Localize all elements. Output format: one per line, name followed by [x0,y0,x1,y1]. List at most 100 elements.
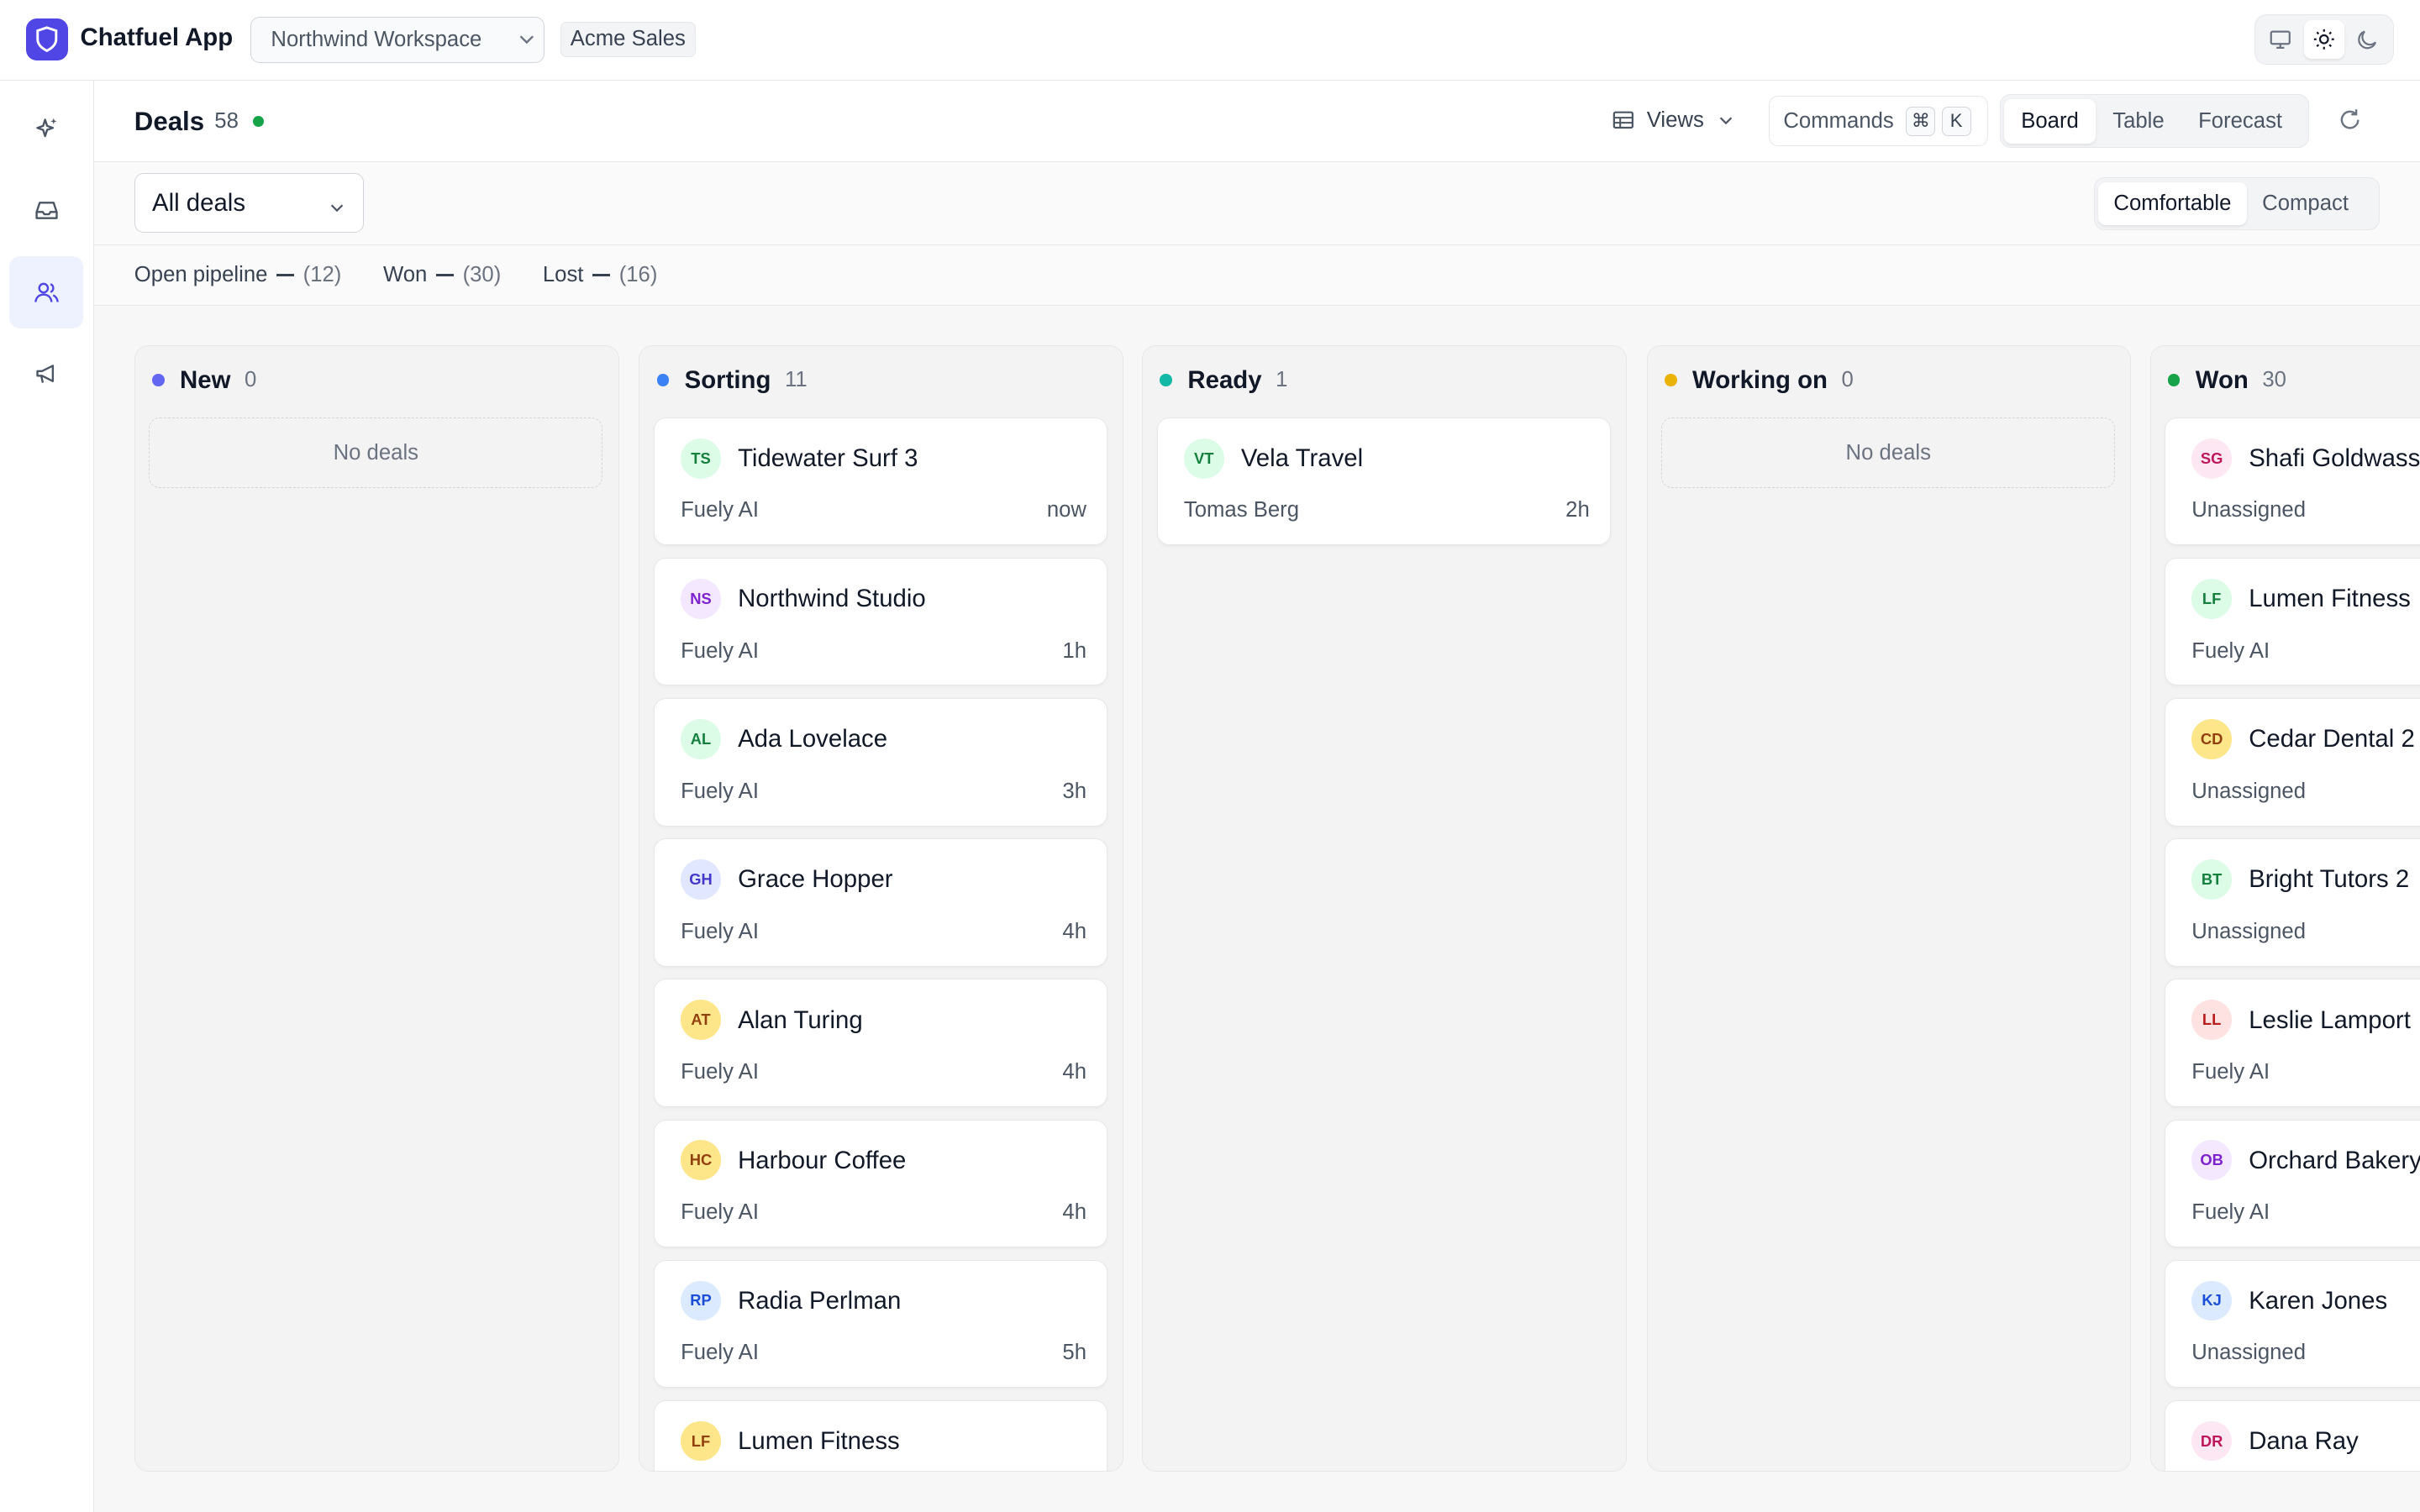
commands-button[interactable]: Commands ⌘ K [1768,95,1988,147]
avatar: LL [2191,1000,2232,1041]
deal-card[interactable]: TS Tidewater Surf 3 Fuely AI now [653,417,1107,546]
deal-name: Shafi Goldwasser [2249,444,2420,473]
page-title: Deals [134,106,205,136]
deal-name: Vela Travel [1240,444,1364,473]
theme-system-button[interactable] [2260,20,2301,59]
theme-dark-button[interactable] [2348,20,2388,59]
avatar: RP [681,1280,721,1321]
chevron-down-icon [328,195,346,223]
deal-timestamp: 4h [1062,1200,1086,1225]
column-count: 0 [1841,368,1854,392]
stat-label: Won [382,262,428,286]
column-header: Sorting 11 [656,365,808,396]
table-icon [1613,111,1634,129]
moon-icon [2358,30,2377,50]
tab-table[interactable]: Table [2096,99,2181,144]
tab-board[interactable]: Board [2004,98,2096,144]
deal-name: Radia Perlman [738,1286,902,1315]
pipeline-stats: Open pipeline (12) Won (30) Lost (16) [94,245,2420,306]
top-bar: Chatfuel App Northwind Workspace Acme Sa… [0,0,2420,81]
column-working-on: Working on 0 No deals [1646,345,2132,1473]
deal-card[interactable]: AT Alan Turing Fuely AI 4h [653,979,1107,1107]
deal-card[interactable]: SG Shafi Goldwasser Unassigned [2165,417,2420,546]
stat-value: (12) [302,262,342,286]
stat-value: (16) [618,262,658,286]
deal-card[interactable]: BT Bright Tutors 2 Unassigned [2165,838,2420,967]
deal-owner: Tomas Berg [1183,498,1300,522]
column-count: 30 [2262,368,2286,392]
chevron-down-icon [516,29,538,56]
theme-light-button[interactable] [2303,19,2345,59]
sidebar [0,80,95,1512]
density-comfortable[interactable]: Comfortable [2098,181,2247,226]
deal-owner: Unassigned [2191,779,2306,803]
avatar: VT [1183,438,1224,479]
filter-bar: All deals Comfortable Compact [94,161,2420,246]
deal-card[interactable]: KJ Karen Jones Unassigned [2165,1259,2420,1389]
org-badge[interactable]: Acme Sales [560,21,696,57]
refresh-button[interactable] [2337,107,2363,139]
avatar: CD [2191,719,2232,759]
deal-name: Leslie Lamport [2249,1005,2411,1034]
deal-owner: Fuely AI [681,1059,759,1084]
column-count: 11 [784,368,808,392]
deal-card[interactable]: LF Lumen Fitness [653,1399,1107,1472]
deal-name: Dana Ray [2249,1426,2359,1455]
avatar: TS [681,438,721,479]
deal-card[interactable]: LF Lumen Fitness Fuely AI [2165,558,2420,686]
deal-card[interactable]: NS Northwind Studio Fuely AI 1h [653,558,1107,686]
status-dot [2167,374,2181,387]
avatar: AT [681,1000,721,1041]
views-button[interactable]: Views [1612,103,1734,137]
deal-name: Lumen Fitness [2249,585,2411,613]
deal-card[interactable]: DR Dana Ray [2165,1399,2420,1472]
avatar: LF [2191,578,2232,619]
deal-name: Alan Turing [738,1005,863,1034]
tab-forecast[interactable]: Forecast [2181,99,2299,144]
deal-card[interactable]: AL Ada Lovelace Fuely AI 3h [653,698,1107,827]
deal-name: Bright Tutors 2 [2249,865,2410,894]
column-header: Working on 0 [1664,365,1854,396]
deal-owner: Unassigned [2191,1341,2306,1365]
column-title: Won [2195,365,2249,394]
deal-card[interactable]: VT Vela Travel Tomas Berg 2h [1156,417,1611,546]
sidebar-item-contacts[interactable] [9,255,84,329]
density-compact[interactable]: Compact [2247,182,2365,225]
workspace-select[interactable]: Northwind Workspace [250,17,545,64]
deal-name: Tidewater Surf 3 [738,444,918,473]
stat-lost[interactable]: Lost (16) [543,263,658,287]
deal-owner: Fuely AI [681,1341,759,1365]
stat-label: Lost [542,262,584,286]
dash-icon [436,273,454,277]
avatar: BT [2191,859,2232,900]
deal-card[interactable]: GH Grace Hopper Fuely AI 4h [653,838,1107,967]
deal-name: Harbour Coffee [738,1146,907,1174]
deal-card[interactable]: OB Orchard Bakery Fuely AI [2165,1119,2420,1247]
sidebar-item-inbox[interactable] [9,175,83,247]
deal-owner: Fuely AI [681,638,759,663]
deal-card[interactable]: RP Radia Perlman Fuely AI 5h [653,1259,1107,1389]
refresh-icon [2340,109,2360,129]
deal-name: Orchard Bakery [2249,1146,2420,1174]
deal-card[interactable]: LL Leslie Lamport Fuely AI [2165,979,2420,1107]
workspace-select-value: Northwind Workspace [271,28,482,52]
column-count: 1 [1276,368,1288,392]
deal-owner: Fuely AI [681,1200,759,1225]
avatar: OB [2191,1140,2232,1181]
dash-icon [592,273,610,277]
deal-owner: Fuely AI [2191,638,2270,663]
sidebar-item-broadcasts[interactable] [9,338,83,410]
deal-timestamp: 5h [1062,1341,1086,1365]
deal-card[interactable]: CD Cedar Dental 2 Unassigned [2165,698,2420,827]
deal-timestamp: 4h [1062,1059,1086,1084]
sun-icon [2314,29,2334,50]
deal-owner: Fuely AI [681,919,759,943]
stat-open-pipeline[interactable]: Open pipeline (12) [134,263,342,287]
app-logo-icon [26,18,68,60]
deal-name: Karen Jones [2249,1286,2388,1315]
deals-filter-select[interactable]: All deals [134,172,365,234]
deal-card[interactable]: HC Harbour Coffee Fuely AI 4h [653,1119,1107,1247]
deal-timestamp: 1h [1062,638,1086,663]
stat-won[interactable]: Won (30) [383,263,501,287]
sidebar-item-ai[interactable] [9,92,83,165]
